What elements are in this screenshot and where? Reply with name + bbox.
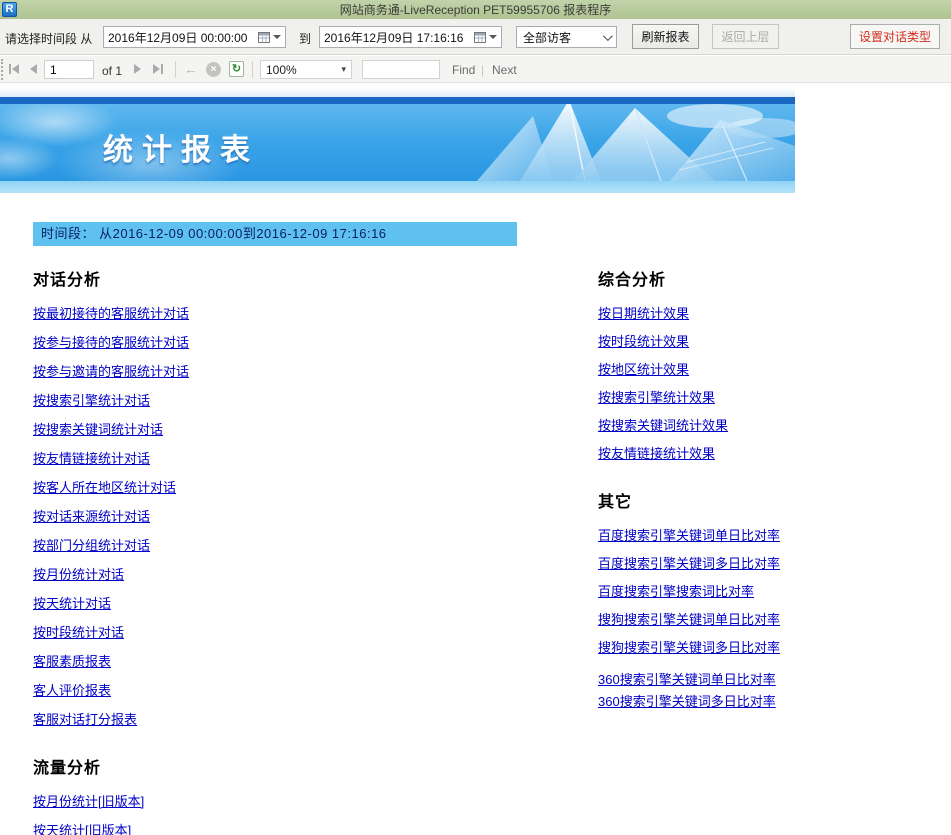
stop-rendering-button[interactable]: ×	[206, 62, 221, 77]
refresh-icon: ↻	[232, 63, 241, 75]
calendar-icon	[258, 32, 270, 43]
report-link[interactable]: 按天统计对话	[33, 595, 453, 612]
report-link[interactable]: 按友情链接统计对话	[33, 450, 453, 467]
refresh-page-button[interactable]: ↻	[229, 61, 244, 77]
report-link[interactable]: 按月份统计对话	[33, 566, 453, 583]
report-link[interactable]: 搜狗搜索引擎关键词多日比对率	[598, 639, 938, 656]
report-link[interactable]: 百度搜索引擎关键词多日比对率	[598, 555, 938, 572]
to-label: 到	[299, 30, 311, 47]
from-datetime-value: 2016年12月09日 00:00:00	[108, 29, 258, 46]
toolbar-grip-handle[interactable]	[1, 59, 4, 80]
left-column: 对话分析 按最初接待的客服统计对话 按参与接待的客服统计对话 按参与邀请的客服统…	[33, 262, 453, 835]
report-link[interactable]: 客服对话打分报表	[33, 711, 453, 728]
report-link[interactable]: 按对话来源统计对话	[33, 508, 453, 525]
right-column: 综合分析 按日期统计效果 按时段统计效果 按地区统计效果 按搜索引擎统计效果 按…	[598, 262, 938, 721]
report-link[interactable]: 百度搜索引擎搜索词比对率	[598, 583, 938, 600]
find-text-input[interactable]	[362, 60, 440, 79]
zoom-select[interactable]: 100% ▾	[260, 60, 352, 79]
report-link[interactable]: 按部门分组统计对话	[33, 537, 453, 554]
chevron-down-icon	[603, 31, 613, 41]
report-link[interactable]: 按最初接待的客服统计对话	[33, 305, 453, 322]
find-button[interactable]: Find	[452, 63, 475, 77]
report-link[interactable]: 客服素质报表	[33, 653, 453, 670]
report-link[interactable]: 客人评价报表	[33, 682, 453, 699]
from-datetime-input[interactable]: 2016年12月09日 00:00:00	[103, 26, 286, 48]
page-number-input[interactable]	[44, 60, 94, 79]
previous-page-icon	[30, 64, 37, 74]
visitor-filter-value: 全部访客	[523, 29, 595, 46]
to-datetime-value: 2016年12月09日 17:16:16	[324, 29, 474, 46]
zoom-value: 100%	[266, 63, 341, 77]
report-link[interactable]: 百度搜索引擎关键词单日比对率	[598, 527, 938, 544]
report-link[interactable]: 按搜索引擎统计效果	[598, 389, 938, 406]
report-link[interactable]: 按日期统计效果	[598, 305, 938, 322]
report-link[interactable]: 按参与邀请的客服统计对话	[33, 363, 453, 380]
section-title-other: 其它	[598, 488, 938, 512]
find-next-separator: |	[481, 63, 484, 77]
return-upper-button[interactable]: 返回上层	[712, 24, 779, 49]
find-next-button[interactable]: Next	[492, 63, 517, 77]
banner-bottom-strip	[0, 181, 795, 193]
section-title-dialog-analysis: 对话分析	[33, 266, 453, 290]
section-title-comprehensive-analysis: 综合分析	[598, 266, 938, 290]
section-title-traffic-analysis: 流量分析	[33, 754, 453, 778]
report-link[interactable]: 360搜索引擎关键词多日比对率	[598, 693, 938, 710]
banner-dark-line	[0, 97, 795, 104]
report-banner: 统计报表	[0, 88, 795, 193]
last-page-icon	[153, 64, 160, 74]
next-page-button[interactable]	[134, 64, 141, 74]
to-datetime-input[interactable]: 2016年12月09日 17:16:16	[319, 26, 502, 48]
report-link[interactable]: 按时段统计效果	[598, 333, 938, 350]
page-count-label: of 1	[102, 64, 122, 78]
chevron-down-icon	[273, 35, 281, 39]
first-page-button[interactable]	[9, 64, 19, 74]
back-navigation-button[interactable]: ←	[184, 61, 198, 77]
toolbar-separator	[175, 61, 176, 78]
to-calendar-dropdown[interactable]	[474, 32, 497, 43]
report-link[interactable]: 按搜索引擎统计对话	[33, 392, 453, 409]
report-link[interactable]: 360搜索引擎关键词单日比对率	[598, 671, 938, 688]
banner-main: 统计报表	[0, 104, 795, 181]
titlebar: R 网站商务通-LiveReception PET59955706 报表程序	[0, 0, 951, 19]
report-link[interactable]: 按客人所在地区统计对话	[33, 479, 453, 496]
app-icon: R	[2, 2, 17, 17]
from-calendar-dropdown[interactable]	[258, 32, 281, 43]
set-dialog-type-button[interactable]: 设置对话类型	[850, 24, 940, 49]
chevron-down-icon	[489, 35, 497, 39]
first-page-icon	[9, 64, 11, 74]
report-link[interactable]: 按搜索关键词统计对话	[33, 421, 453, 438]
report-link[interactable]: 按友情链接统计效果	[598, 445, 938, 462]
chevron-down-icon: ▾	[341, 64, 346, 75]
period-summary-bar: 时间段： 从2016-12-09 00:00:00到2016-12-09 17:…	[33, 222, 517, 246]
previous-page-button[interactable]	[30, 64, 37, 74]
banner-buildings-graphic	[465, 104, 795, 181]
report-link[interactable]: 按参与接待的客服统计对话	[33, 334, 453, 351]
filter-toolbar: 请选择时间段 从 2016年12月09日 00:00:00 到 2016年12月…	[0, 19, 951, 55]
stop-icon: ×	[211, 64, 217, 75]
report-link[interactable]: 按时段统计对话	[33, 624, 453, 641]
refresh-report-button[interactable]: 刷新报表	[632, 24, 699, 49]
report-link[interactable]: 按地区统计效果	[598, 361, 938, 378]
report-link[interactable]: 按天统计[旧版本]	[33, 822, 453, 835]
toolbar-separator	[252, 61, 253, 78]
calendar-icon	[474, 32, 486, 43]
last-page-button[interactable]	[153, 64, 163, 74]
report-link[interactable]: 按搜索关键词统计效果	[598, 417, 938, 434]
window-title: 网站商务通-LiveReception PET59955706 报表程序	[0, 1, 951, 18]
banner-top-strip	[0, 88, 795, 97]
period-label: 请选择时间段 从	[5, 30, 92, 47]
report-link[interactable]: 搜狗搜索引擎关键词单日比对率	[598, 611, 938, 628]
next-page-icon	[134, 64, 141, 74]
banner-title: 统计报表	[103, 125, 259, 169]
back-arrow-icon: ←	[184, 61, 198, 77]
report-window: R 网站商务通-LiveReception PET59955706 报表程序 请…	[0, 0, 951, 835]
visitor-filter-select[interactable]: 全部访客	[516, 26, 617, 48]
report-viewer-toolbar: of 1 ← × ↻ 100% ▾ Find | Next	[0, 56, 951, 83]
report-link[interactable]: 按月份统计[旧版本]	[33, 793, 453, 810]
